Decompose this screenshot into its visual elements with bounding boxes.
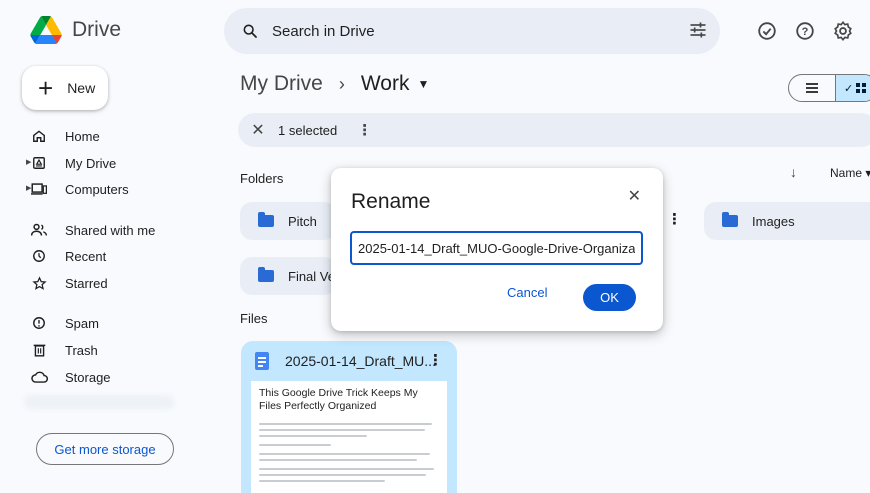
breadcrumb-my-drive[interactable]: My Drive: [240, 72, 323, 96]
folder-name: Final Ve: [288, 268, 335, 284]
expand-caret-icon[interactable]: ▶: [26, 184, 31, 192]
grid-view-button[interactable]: ✓: [835, 75, 870, 101]
sidebar-item-label: Shared with me: [65, 222, 156, 238]
sidebar-item-label: Trash: [65, 342, 98, 358]
preview-title: This Google Drive Trick Keeps My Files P…: [259, 387, 418, 412]
plus-icon: +: [38, 73, 54, 103]
sidebar-item-label: Home: [65, 128, 100, 144]
search-input[interactable]: Search in Drive: [272, 23, 375, 40]
expand-caret-icon[interactable]: ▶: [26, 158, 31, 166]
breadcrumb: My Drive › Work ▼: [240, 72, 429, 96]
list-view-button[interactable]: [789, 75, 835, 101]
clear-selection-close-icon[interactable]: ✕: [248, 120, 268, 140]
google-docs-icon: [255, 352, 269, 370]
folder-card[interactable]: Pitch: [240, 202, 336, 240]
dialog-title: Rename: [351, 190, 431, 213]
folders-heading: Folders: [240, 171, 284, 186]
search-icon[interactable]: [242, 23, 258, 39]
selection-toolbar: ✕ 1 selected ⋮: [238, 113, 870, 147]
sort-by-name-button[interactable]: Name ▾: [830, 166, 870, 180]
rename-dialog: Rename ✕ Cancel OK: [331, 168, 663, 331]
sidebar-item-spam[interactable]: Spam: [30, 312, 99, 334]
sidebar-item-recent[interactable]: Recent: [30, 245, 106, 267]
offline-ready-icon[interactable]: [756, 20, 778, 42]
spam-icon: [30, 314, 48, 332]
sidebar-item-my-drive[interactable]: ▶ My Drive: [26, 152, 117, 174]
breadcrumb-separator: ›: [338, 73, 345, 94]
sidebar-item-label: Recent: [65, 248, 107, 264]
new-button[interactable]: + New: [22, 66, 108, 110]
new-button-label: New: [67, 80, 96, 96]
file-name: 2025-01-14_Draft_MU...: [285, 353, 436, 369]
folder-icon: [722, 212, 738, 227]
folder-icon: [258, 267, 274, 282]
file-more-icon[interactable]: ⋮: [428, 351, 443, 369]
sidebar-item-computers[interactable]: ▶ Computers: [26, 178, 129, 200]
folder-name: Pitch: [288, 213, 317, 229]
drive-logo[interactable]: Drive: [30, 16, 121, 44]
computers-icon: [30, 180, 48, 198]
sidebar-item-shared-with-me[interactable]: Shared with me: [30, 219, 155, 241]
folder-card[interactable]: Final Ve: [240, 257, 336, 295]
cancel-button[interactable]: Cancel: [507, 285, 547, 300]
search-bar[interactable]: Search in Drive: [224, 8, 720, 54]
svg-text:?: ?: [802, 26, 809, 38]
sidebar-item-label: Spam: [65, 315, 99, 331]
more-actions-icon[interactable]: ⋮: [357, 121, 372, 139]
trash-icon: [30, 341, 48, 359]
sidebar-item-starred[interactable]: Starred: [30, 272, 108, 294]
storage-usage-bar: [24, 395, 174, 409]
check-icon: ✓: [844, 82, 854, 95]
app-name: Drive: [72, 18, 122, 41]
view-toggle: ✓: [788, 74, 870, 102]
folder-more-icon[interactable]: ⋮: [667, 210, 682, 228]
home-icon: [30, 127, 48, 145]
clock-icon: [30, 247, 48, 265]
search-options-icon[interactable]: [688, 20, 708, 40]
breadcrumb-current-folder[interactable]: Work: [361, 72, 410, 96]
list-icon: [806, 83, 818, 93]
chevron-down-icon[interactable]: ▼: [417, 77, 429, 91]
file-card[interactable]: 2025-01-14_Draft_MU... ⋮ This Google Dri…: [241, 341, 457, 493]
folder-card[interactable]: Images: [704, 202, 870, 240]
settings-gear-icon[interactable]: [832, 20, 854, 42]
help-icon[interactable]: ?: [794, 20, 816, 42]
close-icon[interactable]: ✕: [628, 186, 641, 206]
sidebar-item-label: Storage: [65, 369, 111, 385]
sidebar-item-home[interactable]: Home: [30, 125, 100, 147]
drive-logo-icon: [30, 16, 62, 44]
folder-name: Images: [752, 213, 795, 229]
sidebar-item-label: My Drive: [65, 155, 117, 171]
selection-count: 1 selected: [278, 122, 338, 138]
sidebar-item-trash[interactable]: Trash: [30, 339, 98, 361]
file-thumbnail: This Google Drive Trick Keeps My Files P…: [251, 381, 447, 493]
files-heading: Files: [240, 311, 268, 326]
grid-icon: [856, 83, 867, 93]
cloud-icon: [30, 368, 48, 386]
sidebar-item-storage[interactable]: Storage: [30, 366, 111, 388]
shared-icon: [30, 221, 48, 239]
sort-label: Name: [830, 166, 863, 180]
star-icon: [30, 274, 48, 292]
get-more-storage-button[interactable]: Get more storage: [36, 433, 174, 465]
file-card-header: 2025-01-14_Draft_MU...: [241, 341, 457, 381]
my-drive-icon: [30, 154, 48, 172]
rename-input[interactable]: [350, 231, 643, 265]
sort-direction-arrow-icon[interactable]: ↓: [790, 164, 797, 180]
sidebar-item-label: Starred: [65, 275, 108, 291]
sidebar-item-label: Computers: [65, 181, 129, 197]
ok-button[interactable]: OK: [583, 284, 636, 311]
folder-icon: [258, 212, 274, 227]
